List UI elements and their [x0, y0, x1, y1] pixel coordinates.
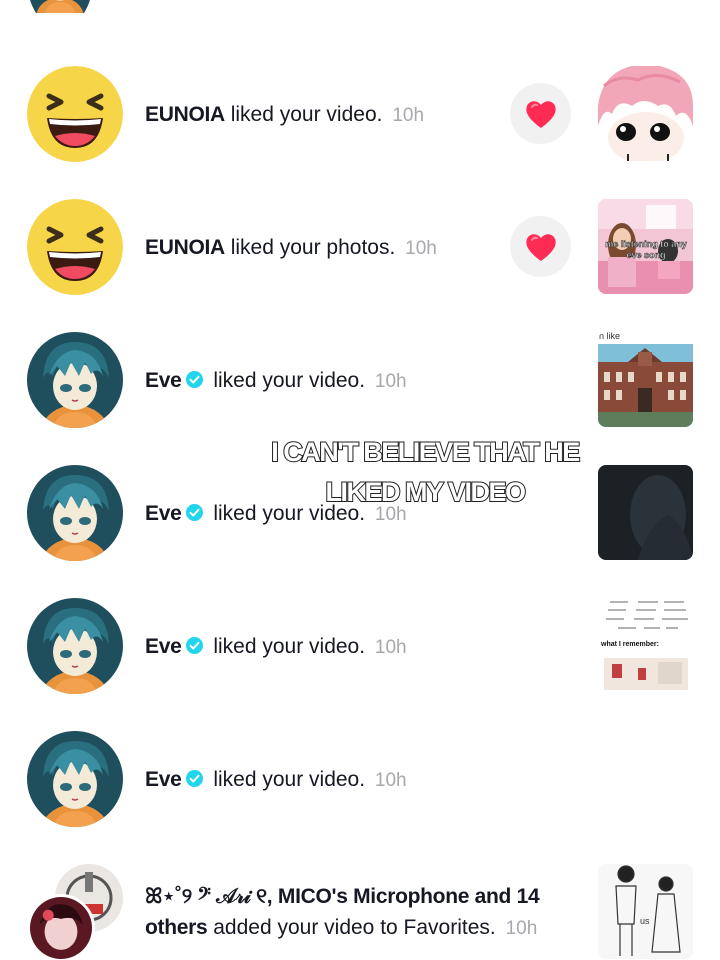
verified-badge-icon [186, 504, 204, 521]
timestamp: 10h [392, 105, 425, 126]
notification-row[interactable]: Eve liked your video. 10h [0, 712, 720, 845]
user-name[interactable]: EUNOIA [145, 236, 225, 259]
partial-avatar[interactable] [27, 0, 93, 28]
notification-text: Eve liked your video. 10h [145, 365, 407, 397]
action-text: liked your video. [213, 635, 366, 658]
anime-boy-avatar[interactable] [27, 332, 123, 428]
notification-text: Eve liked your video. 10h [145, 764, 407, 796]
laughing-emoji-avatar[interactable] [27, 66, 123, 162]
pink-hair-character-thumbnail[interactable] [598, 66, 693, 161]
notification-text: EUNOIA liked your photos. 10h [145, 232, 437, 264]
thumbnail-caption: me listening to any eve song [605, 239, 687, 261]
thumbnail-caption: n like [599, 332, 621, 341]
overlay-caption: I CAN'T BELIEVE THAT HE LIKED MY VIDEO [225, 432, 625, 512]
verified-badge-icon [186, 770, 204, 787]
user-names-continued[interactable]: others [145, 916, 208, 939]
action-text: liked your video. [213, 369, 366, 392]
sketch-couple-thumbnail[interactable]: us [598, 864, 693, 959]
notification-row[interactable]: ꕤ⋆˚୨ 𝄢 𝒜𝓇𝒾 ୧, MICO's Microphone and 14 o… [0, 845, 720, 960]
verified-badge-icon [186, 637, 204, 654]
timestamp: 10h [374, 637, 407, 658]
thumbnail-caption: what I remember: [601, 641, 659, 648]
user-name[interactable]: EUNOIA [145, 103, 225, 126]
overlay-caption-line: I CAN'T BELIEVE THAT HE [270, 436, 581, 468]
notification-row[interactable]: Eve liked your video. 10h what I remembe… [0, 579, 720, 712]
user-name[interactable]: Eve [145, 635, 182, 658]
notification-text: EUNOIA liked your video. 10h [145, 99, 424, 131]
notification-row[interactable]: EUNOIA liked your video. 10h [0, 47, 720, 180]
notification-text: ꕤ⋆˚୨ 𝄢 𝒜𝓇𝒾 ୧, MICO's Microphone and 14 o… [145, 881, 540, 944]
verified-badge-icon [186, 371, 204, 388]
timestamp: 10h [374, 770, 407, 791]
notification-row[interactable]: Eve liked your video. 10h [0, 313, 720, 446]
overlay-caption-line: LIKED MY VIDEO [324, 476, 527, 508]
action-text: added your video to Favorites. [213, 916, 496, 939]
anime-boy-avatar[interactable] [27, 465, 123, 561]
building-thumbnail[interactable]: n like [598, 332, 693, 427]
notification-list: EUNOIA liked your video. 10h EUNOIA like… [0, 0, 720, 960]
action-text: liked your video. [230, 103, 383, 126]
anime-boy-avatar[interactable] [27, 598, 123, 694]
notification-text: Eve liked your video. 10h [145, 631, 407, 663]
timestamp: 10h [505, 918, 538, 939]
user-names[interactable]: ꕤ⋆˚୨ 𝄢 𝒜𝓇𝒾 ୧, MICO's Microphone and 14 [145, 885, 540, 908]
notification-row[interactable]: EUNOIA liked your photos. 10h me listeni… [0, 180, 720, 313]
thumbnail-caption: us [640, 916, 650, 926]
laughing-emoji-avatar[interactable] [27, 199, 123, 295]
stacked-avatar-front[interactable] [27, 894, 95, 960]
user-name[interactable]: Eve [145, 502, 182, 525]
like-back-button[interactable] [510, 216, 571, 277]
heart-icon [523, 96, 559, 132]
timestamp: 10h [374, 371, 407, 392]
anime-boy-avatar[interactable] [27, 731, 123, 827]
pink-room-thumbnail[interactable]: me listening to any eve song [598, 199, 693, 294]
action-text: liked your photos. [230, 236, 396, 259]
math-meme-thumbnail[interactable]: what I remember: [598, 598, 693, 693]
timestamp: 10h [405, 238, 437, 259]
action-text: liked your video. [213, 768, 366, 791]
user-name[interactable]: Eve [145, 768, 182, 791]
like-back-button[interactable] [510, 83, 571, 144]
heart-icon [523, 229, 559, 265]
user-name[interactable]: Eve [145, 369, 182, 392]
